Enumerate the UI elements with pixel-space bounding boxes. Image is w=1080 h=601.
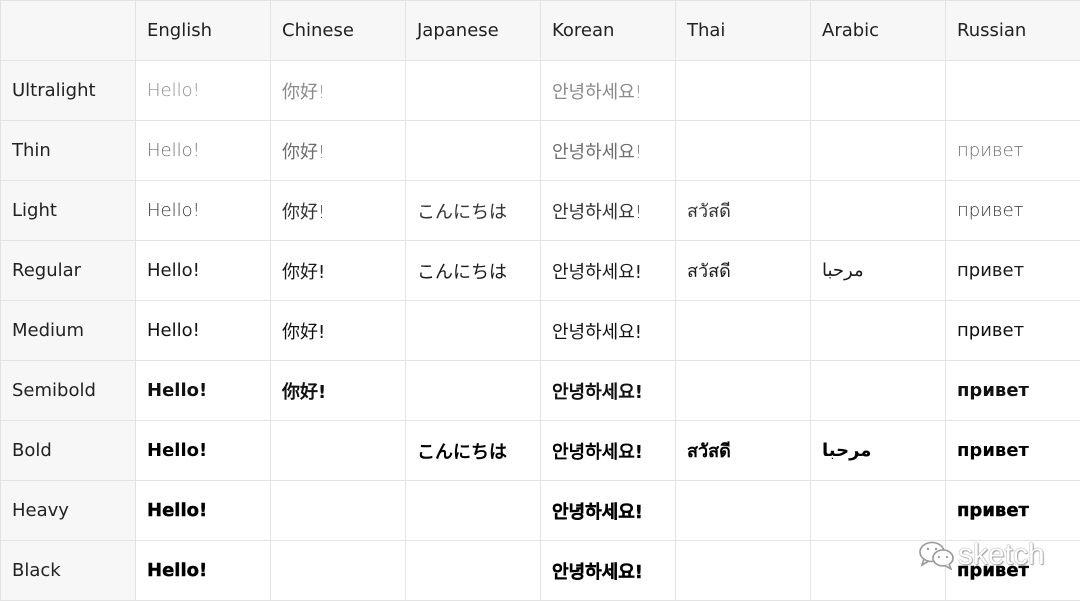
sample-cell-korean: 안녕하세요! <box>540 60 676 121</box>
sample-cell-japanese <box>405 540 541 601</box>
sample-cell-korean: 안녕하세요! <box>540 540 676 601</box>
column-header-english: English <box>135 0 271 61</box>
sample-cell-japanese: こんにちは <box>405 180 541 241</box>
sample-cell-korean: 안녕하세요! <box>540 420 676 481</box>
row-header-weight: Semibold <box>0 360 136 421</box>
row-header-weight: Medium <box>0 300 136 361</box>
header-row: English Chinese Japanese Korean Thai Ara… <box>0 0 1080 61</box>
row-header-weight: Ultralight <box>0 60 136 121</box>
sample-cell-english: Hello! <box>135 60 271 121</box>
table-row-ultralight: Ultralight Hello! 你好! 안녕하세요! <box>0 60 1080 121</box>
sample-cell-chinese <box>270 480 406 541</box>
row-header-weight: Light <box>0 180 136 241</box>
sample-cell-japanese <box>405 300 541 361</box>
row-header-weight: Bold <box>0 420 136 481</box>
sample-cell-japanese: こんにちは <box>405 420 541 481</box>
sample-cell-thai <box>675 60 811 121</box>
corner-cell <box>0 0 136 61</box>
table-row-light: Light Hello! 你好! こんにちは 안녕하세요! สวัสดี привет <box>0 180 1080 241</box>
column-header-arabic: Arabic <box>810 0 946 61</box>
table-row-semibold: Semibold Hello! 你好! 안녕하세요! привет <box>0 360 1080 421</box>
sample-cell-japanese <box>405 120 541 181</box>
sample-cell-thai <box>675 540 811 601</box>
sample-cell-chinese: 你好! <box>270 180 406 241</box>
sample-cell-russian: привет <box>945 300 1080 361</box>
table-row-heavy: Heavy Hello! 안녕하세요! привет <box>0 480 1080 541</box>
sample-cell-korean: 안녕하세요! <box>540 300 676 361</box>
sample-cell-thai: สวัสดี <box>675 420 811 481</box>
sample-cell-chinese <box>270 420 406 481</box>
sample-cell-arabic <box>810 360 946 421</box>
sample-cell-korean: 안녕하세요! <box>540 480 676 541</box>
sample-cell-chinese <box>270 540 406 601</box>
sample-cell-chinese: 你好! <box>270 300 406 361</box>
sample-cell-chinese: 你好! <box>270 120 406 181</box>
sample-cell-arabic: مرحبا <box>810 240 946 301</box>
sample-cell-arabic <box>810 480 946 541</box>
table-row-thin: Thin Hello! 你好! 안녕하세요! привет <box>0 120 1080 181</box>
sample-cell-english: Hello! <box>135 420 271 481</box>
sample-cell-arabic: مرحبا <box>810 420 946 481</box>
sample-cell-arabic <box>810 180 946 241</box>
sample-cell-korean: 안녕하세요! <box>540 360 676 421</box>
sample-cell-japanese <box>405 360 541 421</box>
sample-cell-english: Hello! <box>135 120 271 181</box>
sample-cell-russian: привет <box>945 180 1080 241</box>
sample-cell-korean: 안녕하세요! <box>540 180 676 241</box>
sample-cell-chinese: 你好! <box>270 240 406 301</box>
sample-cell-thai: สวัสดี <box>675 240 811 301</box>
table-row-black: Black Hello! 안녕하세요! привет <box>0 540 1080 601</box>
sample-cell-english: Hello! <box>135 300 271 361</box>
sample-cell-chinese: 你好! <box>270 60 406 121</box>
sample-cell-japanese <box>405 60 541 121</box>
sample-cell-russian: привет <box>945 120 1080 181</box>
font-weight-language-table: English Chinese Japanese Korean Thai Ara… <box>0 0 1080 601</box>
sample-cell-russian: привет <box>945 240 1080 301</box>
sample-cell-english: Hello! <box>135 360 271 421</box>
row-header-weight: Heavy <box>0 480 136 541</box>
sample-cell-arabic <box>810 540 946 601</box>
sample-cell-russian: привет <box>945 360 1080 421</box>
column-header-korean: Korean <box>540 0 676 61</box>
table-row-medium: Medium Hello! 你好! 안녕하세요! привет <box>0 300 1080 361</box>
sample-cell-english: Hello! <box>135 240 271 301</box>
row-header-weight: Thin <box>0 120 136 181</box>
sample-cell-english: Hello! <box>135 540 271 601</box>
sample-cell-thai: สวัสดี <box>675 180 811 241</box>
table-row-regular: Regular Hello! 你好! こんにちは 안녕하세요! สวัสดี مرحبا пр… <box>0 240 1080 301</box>
sample-cell-thai <box>675 300 811 361</box>
column-header-thai: Thai <box>675 0 811 61</box>
sample-cell-thai <box>675 120 811 181</box>
column-header-russian: Russian <box>945 0 1080 61</box>
sample-cell-russian: привет <box>945 420 1080 481</box>
sample-cell-japanese: こんにちは <box>405 240 541 301</box>
sample-cell-arabic <box>810 300 946 361</box>
table-row-bold: Bold Hello! こんにちは 안녕하세요! สวัสดี مرحبا привет <box>0 420 1080 481</box>
sample-cell-korean: 안녕하세요! <box>540 120 676 181</box>
sample-cell-japanese <box>405 480 541 541</box>
sample-cell-russian: привет <box>945 480 1080 541</box>
sample-cell-korean: 안녕하세요! <box>540 240 676 301</box>
sample-cell-arabic <box>810 120 946 181</box>
sample-cell-arabic <box>810 60 946 121</box>
row-header-weight: Black <box>0 540 136 601</box>
sample-cell-english: Hello! <box>135 480 271 541</box>
row-header-weight: Regular <box>0 240 136 301</box>
column-header-chinese: Chinese <box>270 0 406 61</box>
sample-cell-russian <box>945 60 1080 121</box>
sample-cell-thai <box>675 480 811 541</box>
column-header-japanese: Japanese <box>405 0 541 61</box>
sample-cell-russian: привет <box>945 540 1080 601</box>
sample-cell-chinese: 你好! <box>270 360 406 421</box>
sample-cell-thai <box>675 360 811 421</box>
sample-cell-english: Hello! <box>135 180 271 241</box>
